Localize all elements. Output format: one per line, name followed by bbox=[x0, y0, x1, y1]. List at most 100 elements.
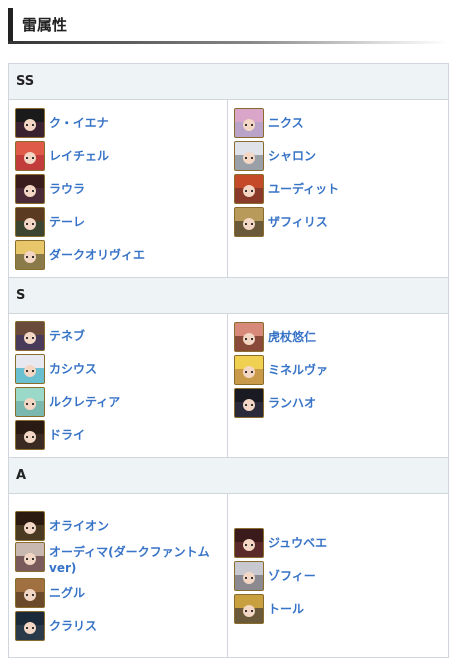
character-link[interactable]: ユーディット bbox=[234, 172, 444, 205]
character-portrait-icon[interactable] bbox=[15, 577, 45, 608]
character-portrait-icon[interactable] bbox=[15, 206, 45, 237]
character-portrait-icon[interactable] bbox=[15, 354, 45, 384]
character-link[interactable]: ドライ bbox=[15, 419, 223, 452]
tier-header-a: A bbox=[8, 457, 449, 494]
character-name[interactable]: ユーディット bbox=[268, 181, 339, 197]
character-name[interactable]: 虎杖悠仁 bbox=[268, 329, 316, 345]
portrait-eyes bbox=[26, 255, 34, 258]
character-name[interactable]: ラウラ bbox=[49, 181, 85, 197]
character-name[interactable]: テネブ bbox=[49, 328, 85, 344]
character-link[interactable]: ニクス bbox=[234, 106, 444, 139]
character-link[interactable]: テーレ bbox=[15, 205, 223, 238]
tier-s-right-cell: 虎杖悠仁ミネルヴァランハオ bbox=[227, 313, 449, 458]
portrait-eyes bbox=[26, 626, 34, 629]
character-name[interactable]: ダークオリヴィエ bbox=[49, 247, 145, 263]
portrait-eyes bbox=[245, 222, 253, 225]
character-portrait-icon[interactable] bbox=[15, 610, 45, 641]
character-name[interactable]: ルクレティア bbox=[49, 394, 120, 410]
character-portrait-icon[interactable] bbox=[15, 173, 45, 204]
portrait-eyes bbox=[245, 543, 253, 546]
character-portrait-icon[interactable] bbox=[234, 354, 264, 385]
character-link[interactable]: ゾフィー bbox=[234, 559, 444, 592]
character-link[interactable]: ミネルヴァ bbox=[234, 353, 444, 386]
tier-header-row: A bbox=[8, 457, 449, 494]
character-link[interactable]: ク・イエナ bbox=[15, 106, 223, 139]
portrait-eyes bbox=[26, 222, 34, 225]
tier-row-ss: ク・イエナレイチェルラウラテーレダークオリヴィエ ニクスシャロンユーディット ザフ… bbox=[8, 99, 449, 278]
character-link[interactable]: クラリス bbox=[15, 609, 223, 642]
character-portrait-icon[interactable] bbox=[234, 593, 264, 624]
heading-divider bbox=[8, 41, 448, 44]
portrait-eyes bbox=[245, 156, 253, 159]
character-name[interactable]: ク・イエナ bbox=[49, 115, 109, 131]
character-name[interactable]: ジュウベエ bbox=[268, 535, 327, 551]
character-name[interactable]: ザフィリス bbox=[268, 214, 328, 230]
character-link[interactable]: テネブ bbox=[15, 320, 223, 353]
character-link[interactable]: トール bbox=[234, 592, 444, 625]
portrait-eyes bbox=[26, 189, 34, 192]
character-portrait-icon[interactable] bbox=[15, 510, 45, 541]
portrait-eyes bbox=[245, 123, 253, 126]
character-name[interactable]: ニグル bbox=[49, 585, 85, 601]
character-portrait-icon[interactable] bbox=[15, 140, 45, 171]
character-portrait-icon[interactable] bbox=[234, 527, 264, 558]
portrait-eyes bbox=[26, 156, 34, 159]
character-name[interactable]: ドライ bbox=[49, 427, 85, 443]
tier-a-left-cell: オライオンオーディマ(ダークファントムver) ニグルクラリス bbox=[8, 493, 228, 658]
character-portrait-icon[interactable] bbox=[234, 173, 264, 204]
character-portrait-icon[interactable] bbox=[15, 239, 45, 270]
character-portrait-icon[interactable] bbox=[15, 420, 45, 450]
character-link[interactable]: レイチェル bbox=[15, 139, 223, 172]
character-link[interactable]: ラウラ bbox=[15, 172, 223, 205]
character-link[interactable]: ランハオ bbox=[234, 386, 444, 419]
character-name[interactable]: シャロン bbox=[268, 148, 316, 164]
character-name[interactable]: オーディマ(ダークファントムver) bbox=[49, 542, 223, 576]
character-link[interactable]: シャロン bbox=[234, 139, 444, 172]
tier-header-ss: SS bbox=[8, 63, 449, 100]
character-link[interactable]: ルクレティア bbox=[15, 386, 223, 419]
portrait-eyes bbox=[26, 123, 34, 126]
character-name[interactable]: クラリス bbox=[49, 618, 97, 634]
portrait-eyes bbox=[245, 576, 253, 579]
character-name[interactable]: トール bbox=[268, 601, 304, 617]
character-portrait-icon[interactable] bbox=[15, 387, 45, 417]
character-link[interactable]: オライオン bbox=[15, 509, 223, 542]
character-link[interactable]: 虎杖悠仁 bbox=[234, 320, 444, 353]
tier-header-s: S bbox=[8, 277, 449, 314]
character-portrait-icon[interactable] bbox=[234, 387, 264, 418]
character-portrait-icon[interactable] bbox=[234, 560, 264, 591]
character-portrait-icon[interactable] bbox=[15, 107, 45, 138]
section-heading: 雷属性 bbox=[8, 8, 448, 42]
character-name[interactable]: レイチェル bbox=[49, 148, 109, 164]
character-name[interactable]: ゾフィー bbox=[268, 568, 316, 584]
character-name[interactable]: ランハオ bbox=[268, 395, 316, 411]
character-name[interactable]: ニクス bbox=[268, 115, 304, 131]
character-link[interactable]: ダークオリヴィエ bbox=[15, 238, 223, 271]
character-link[interactable]: オーディマ(ダークファントムver) bbox=[15, 542, 223, 576]
character-link[interactable]: ザフィリス bbox=[234, 205, 444, 238]
character-portrait-icon[interactable] bbox=[234, 107, 264, 138]
character-portrait-icon[interactable] bbox=[234, 140, 264, 171]
section-title: 雷属性 bbox=[22, 16, 68, 34]
character-link[interactable]: カシウス bbox=[15, 353, 223, 386]
tier-row-s: テネブカシウスルクレティア ドライ 虎杖悠仁ミネルヴァランハオ bbox=[8, 313, 449, 458]
portrait-eyes bbox=[245, 337, 253, 340]
portrait-eyes bbox=[26, 558, 34, 560]
character-link[interactable]: ジュウベエ bbox=[234, 526, 444, 559]
character-portrait-icon[interactable] bbox=[15, 542, 45, 572]
portrait-eyes bbox=[245, 370, 253, 373]
tier-list-table: SS ク・イエナレイチェルラウラテーレダークオリヴィエ ニクスシャロンユーディッ… bbox=[8, 63, 449, 658]
character-portrait-icon[interactable] bbox=[234, 321, 264, 352]
tier-ss-right-cell: ニクスシャロンユーディット ザフィリス bbox=[227, 99, 449, 278]
character-name[interactable]: テーレ bbox=[49, 214, 85, 230]
portrait-eyes bbox=[26, 593, 34, 596]
character-name[interactable]: カシウス bbox=[49, 361, 97, 377]
tier-header-row: SS bbox=[8, 63, 449, 100]
character-link[interactable]: ニグル bbox=[15, 576, 223, 609]
portrait-eyes bbox=[26, 337, 34, 339]
tier-header-row: S bbox=[8, 277, 449, 314]
character-portrait-icon[interactable] bbox=[234, 206, 264, 237]
character-portrait-icon[interactable] bbox=[15, 321, 45, 351]
character-name[interactable]: ミネルヴァ bbox=[268, 362, 328, 378]
character-name[interactable]: オライオン bbox=[49, 518, 109, 534]
